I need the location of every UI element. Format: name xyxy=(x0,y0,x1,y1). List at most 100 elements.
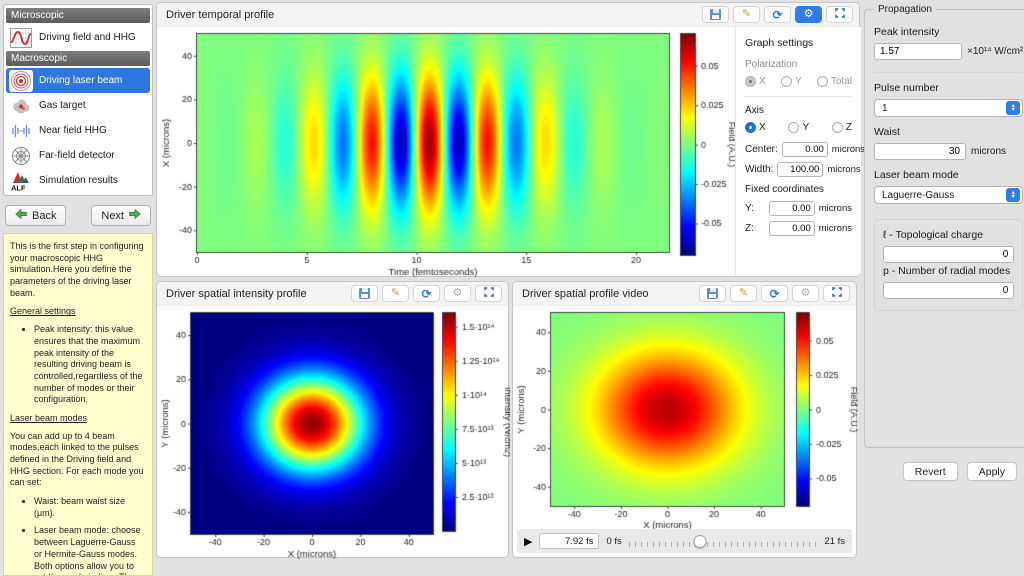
fixed-z-label: Z: xyxy=(745,223,765,234)
topological-charge-input[interactable] xyxy=(883,246,1014,263)
width-row: Width: microns xyxy=(745,162,852,177)
fixed-y-row: Y: microns xyxy=(745,201,852,216)
apply-button[interactable]: Apply xyxy=(967,462,1017,481)
mode-indices-group: ℓ - Topological charge p - Number of rad… xyxy=(874,219,1023,311)
fixed-coordinates-label: Fixed coordinates xyxy=(745,184,852,195)
sidebar-item-near-field-hhg[interactable]: Near field HHG xyxy=(6,118,150,143)
radio-label: Z xyxy=(846,122,852,133)
sidebar-item-simulation-results[interactable]: ALF Simulation results xyxy=(6,168,150,193)
refresh-icon: ⟳ xyxy=(772,9,782,21)
radio-label: Y xyxy=(802,122,809,133)
axis-x-radio[interactable]: X xyxy=(745,122,766,133)
back-button-label: Back xyxy=(32,210,56,222)
save-plot-button[interactable] xyxy=(699,285,726,302)
pencil-icon: ✎ xyxy=(742,9,751,20)
svg-text:ALF: ALF xyxy=(11,183,26,192)
section-header-macroscopic: Macroscopic xyxy=(6,51,150,66)
refresh-plot-button[interactable]: ⟳ xyxy=(761,285,788,302)
polarization-y-radio[interactable]: Y xyxy=(781,76,802,87)
sidebar-item-driving-field-hhg[interactable]: Driving field and HHG xyxy=(6,25,150,50)
propagation-sidebar: Propagation Peak intensity ×10¹⁴ W/cm² P… xyxy=(862,2,1022,558)
pulse-number-select[interactable]: 1 ▲▼ xyxy=(874,99,1023,117)
help-section-title: Laser beam modes xyxy=(10,413,146,425)
radial-modes-input[interactable] xyxy=(883,282,1014,299)
next-button-label: Next xyxy=(101,210,124,222)
sidebar-item-label: Simulation results xyxy=(39,175,118,186)
propagation-group: Propagation Peak intensity ×10¹⁴ W/cm² P… xyxy=(864,4,1024,448)
laser-beam-mode-select[interactable]: Laguerre-Gauss ▲▼ xyxy=(874,186,1023,204)
plot-settings-button[interactable]: ⚙ xyxy=(795,6,822,23)
panel-title: Driver spatial profile video xyxy=(522,288,649,300)
fixed-y-unit: microns xyxy=(819,203,852,214)
edit-plot-button[interactable]: ✎ xyxy=(733,6,760,23)
radio-icon xyxy=(745,76,756,87)
time-slider[interactable] xyxy=(629,534,818,549)
save-plot-button[interactable] xyxy=(702,6,729,23)
refresh-plot-button[interactable]: ⟳ xyxy=(413,285,440,302)
gear-icon: ⚙ xyxy=(801,288,811,299)
polarization-total-radio[interactable]: Total xyxy=(817,76,852,87)
sidebar-item-far-field-detector[interactable]: Far-field detector xyxy=(6,143,150,168)
axis-z-radio[interactable]: Z xyxy=(832,122,852,133)
panel-body: Graph settings Polarization X Y Total Ax… xyxy=(157,27,859,276)
axis-label: Axis xyxy=(745,105,852,116)
next-button[interactable]: Next xyxy=(91,205,151,226)
panel-driver-spatial-intensity: Driver spatial intensity profile ✎ ⟳ ⚙ xyxy=(156,281,509,558)
peak-intensity-label: Peak intensity xyxy=(874,26,1023,38)
fixed-z-input[interactable] xyxy=(769,221,815,236)
sidebar-item-driving-laser-beam[interactable]: Driving laser beam xyxy=(6,68,150,93)
center-input[interactable] xyxy=(782,142,828,157)
polarization-x-radio[interactable]: X xyxy=(745,76,766,87)
pencil-icon: ✎ xyxy=(739,288,748,299)
concentric-rings-icon xyxy=(9,70,33,92)
near-field-wave-icon xyxy=(9,120,33,142)
edit-plot-button[interactable]: ✎ xyxy=(730,285,757,302)
slider-thumb[interactable] xyxy=(693,535,706,548)
axis-y-radio[interactable]: Y xyxy=(788,122,809,133)
spatial-intensity-plot xyxy=(157,306,510,559)
help-bullet: Laser beam mode: choose between Laguerre… xyxy=(34,525,146,576)
play-button[interactable]: ▶ xyxy=(524,535,532,548)
expand-plot-button[interactable] xyxy=(475,285,502,302)
left-sidebar: Microscopic Driving field and HHG Macros… xyxy=(3,4,153,576)
sidebar-item-label: Driving laser beam xyxy=(39,75,122,86)
plot-settings-button[interactable]: ⚙ xyxy=(444,285,471,302)
fixed-z-unit: microns xyxy=(819,223,852,234)
propagation-title: Propagation xyxy=(874,4,936,15)
expand-icon xyxy=(835,8,845,21)
slider-end-label: 21 fs xyxy=(824,536,845,547)
peak-intensity-unit: ×10¹⁴ W/cm² xyxy=(967,46,1023,57)
revert-button[interactable]: Revert xyxy=(903,462,958,481)
fixed-z-row: Z: microns xyxy=(745,221,852,236)
save-plot-button[interactable] xyxy=(351,285,378,302)
polarization-label: Polarization xyxy=(745,59,852,70)
peak-intensity-input[interactable] xyxy=(874,43,962,60)
temporal-profile-plot xyxy=(157,27,735,278)
laser-beam-mode-label: Laser beam mode xyxy=(874,169,1023,181)
expand-plot-button[interactable] xyxy=(823,285,850,302)
back-button[interactable]: Back xyxy=(5,205,66,226)
axis-radios: X Y Z xyxy=(745,122,852,133)
sidebar-item-gas-target[interactable]: Gas target xyxy=(6,93,150,118)
pulse-number-label: Pulse number xyxy=(874,82,1023,94)
graph-settings-panel: Graph settings Polarization X Y Total Ax… xyxy=(735,27,861,276)
plot-settings-button[interactable]: ⚙ xyxy=(792,285,819,302)
alf-logo-icon: ALF xyxy=(9,170,33,192)
panel-driver-temporal-profile: Driver temporal profile ✎ ⟳ ⚙ Graph sett… xyxy=(156,2,860,277)
radio-icon xyxy=(788,122,799,133)
sidebar-item-label: Far-field detector xyxy=(39,150,115,161)
edit-plot-button[interactable]: ✎ xyxy=(382,285,409,302)
polarization-radios: X Y Total xyxy=(745,76,852,87)
pencil-icon: ✎ xyxy=(391,288,400,299)
center-unit: microns xyxy=(832,144,865,155)
panel-title: Driver spatial intensity profile xyxy=(166,288,307,300)
width-input[interactable] xyxy=(777,162,823,177)
expand-icon xyxy=(832,287,842,300)
current-time-field[interactable]: 7.92 fs xyxy=(539,533,599,549)
waist-input[interactable] xyxy=(874,143,966,160)
refresh-plot-button[interactable]: ⟳ xyxy=(764,6,791,23)
fixed-y-input[interactable] xyxy=(769,201,815,216)
expand-plot-button[interactable] xyxy=(826,6,853,23)
save-icon xyxy=(359,288,370,299)
gas-cloud-icon xyxy=(9,95,33,117)
